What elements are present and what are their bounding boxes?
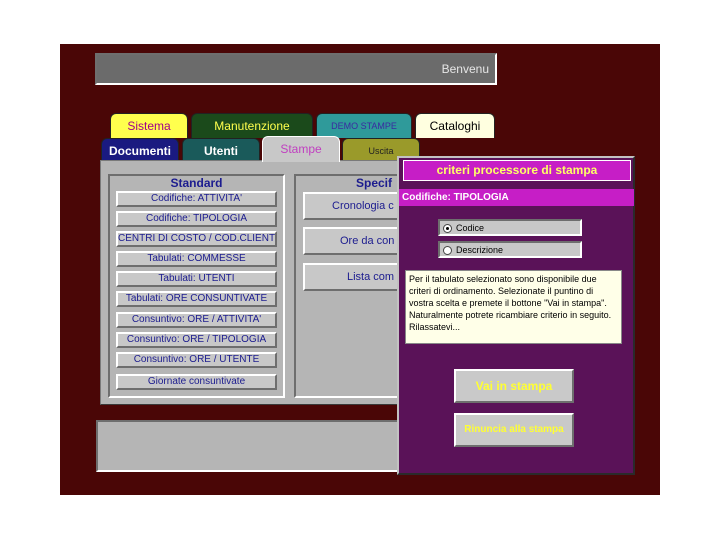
dialog-title: criteri processore di stampa (403, 160, 631, 181)
tab-manutenzione[interactable]: Manutenzione (191, 113, 313, 138)
lista-com-button[interactable]: Lista com (303, 263, 400, 291)
rinuncia-stampa-button[interactable]: Rinuncia alla stampa (454, 413, 574, 447)
radio-descrizione-label: Descrizione (456, 245, 504, 255)
giornate-consuntivate-button[interactable]: Giornate consuntivate (116, 374, 277, 390)
tab-demo-stampe[interactable]: DEMO STAMPE (316, 113, 412, 138)
status-bar (96, 420, 408, 472)
tab-label: Sistema (127, 119, 171, 133)
radio-codice-label: Codice (456, 223, 485, 233)
dialog-info-text: Per il tabulato selezionato sono disponi… (405, 270, 622, 344)
tab-utenti[interactable]: Utenti (182, 138, 260, 162)
centri-di-costo-button[interactable]: CENTRI DI COSTO / COD.CLIENTE (116, 231, 277, 247)
cronologia-button[interactable]: Cronologia c (303, 192, 400, 220)
tab-cataloghi[interactable]: Cataloghi (415, 113, 495, 138)
tab-sistema[interactable]: Sistema (110, 113, 188, 138)
radio-codice[interactable]: Codice (438, 219, 582, 236)
tabulati-ore-consuntivate-button[interactable]: Tabulati: ORE CONSUNTIVATE (116, 291, 277, 307)
tabulati-utenti-button[interactable]: Tabulati: UTENTI (116, 271, 277, 287)
consuntivo-ore-attivita-button[interactable]: Consuntivo: ORE / ATTIVITA' (116, 312, 277, 328)
tab-documenti[interactable]: Documenti (101, 138, 179, 162)
vai-in-stampa-button[interactable]: Vai in stampa (454, 369, 574, 403)
tab-label: Stampe (280, 142, 322, 156)
radio-unselected-icon (443, 246, 452, 256)
codifiche-attivita-button[interactable]: Codifiche: ATTIVITA' (116, 191, 277, 207)
specific-title: Specif (356, 176, 393, 190)
tab-label: DEMO STAMPE (331, 121, 397, 131)
codifiche-tipologia-button[interactable]: Codifiche: TIPOLOGIA (116, 211, 277, 227)
tab-stampe[interactable]: Stampe (262, 136, 340, 162)
welcome-bar: Benvenu (95, 53, 497, 85)
tabulati-commesse-button[interactable]: Tabulati: COMMESSE (116, 251, 277, 267)
standard-title: Standard (170, 176, 223, 190)
ore-da-con-button[interactable]: Ore da con (303, 227, 400, 255)
radio-selected-icon (443, 224, 452, 234)
dialog-subtitle: Codifiche: TIPOLOGIA (399, 189, 634, 206)
tab-label: Cataloghi (429, 119, 481, 133)
tab-label: Manutenzione (214, 119, 290, 133)
tab-label: Uscita (368, 146, 394, 156)
consuntivo-ore-tipologia-button[interactable]: Consuntivo: ORE / TIPOLOGIA (116, 332, 277, 348)
welcome-text: Benvenu (441, 62, 489, 76)
tab-label: Utenti (204, 144, 238, 158)
consuntivo-ore-utente-button[interactable]: Consuntivo: ORE / UTENTE (116, 352, 277, 368)
tab-label: Documenti (108, 144, 171, 158)
radio-descrizione[interactable]: Descrizione (438, 241, 582, 258)
